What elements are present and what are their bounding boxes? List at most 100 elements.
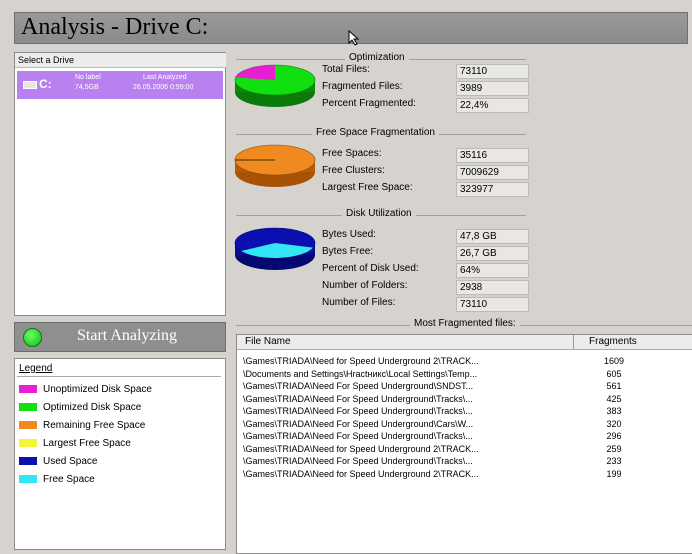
fragments-cell: 233 (606, 456, 622, 466)
fragments-cell: 425 (606, 393, 622, 404)
legend-item: Unoptimized Disk Space (19, 383, 152, 397)
table-header: File Name Fragments (237, 335, 692, 350)
percent-fragmented-label: Percent Fragmented: (322, 98, 416, 109)
table-row[interactable]: \Games\TRIADA\Need For Speed Underground… (237, 418, 692, 430)
table-row[interactable]: \Games\TRIADA\Need For Speed Underground… (237, 393, 692, 405)
legend-label: Unoptimized Disk Space (43, 384, 152, 395)
unoptimized-slice (235, 65, 275, 80)
largest-free-space-label: Largest Free Space: (322, 182, 413, 193)
legend-item: Used Space (19, 455, 97, 469)
table-row[interactable]: \Games\TRIADA\Need For Speed Underground… (237, 430, 692, 442)
fragments-cell: 320 (606, 418, 622, 429)
file-name-cell: \Games\TRIADA\Need For Speed Underground… (243, 418, 474, 429)
optimization-pie-chart (234, 64, 316, 107)
free-spaces-value: 35116 (456, 148, 529, 163)
disk-utilization-pie-chart (234, 227, 316, 270)
legend-swatch (19, 439, 37, 448)
drive-list-header: Select a Drive (15, 53, 226, 68)
table-row[interactable]: \Documents and Settings\Hractникс\Local … (237, 368, 692, 380)
legend-item: Free Space (19, 473, 95, 487)
legend-item: Remaining Free Space (19, 419, 145, 433)
free-clusters-value: 7009629 (456, 165, 529, 180)
fragments-cell: 383 (606, 406, 622, 416)
legend-item: Largest Free Space (19, 437, 131, 451)
column-divider[interactable] (573, 335, 574, 349)
column-header-file-name[interactable]: File Name (245, 336, 291, 347)
legend-swatch (19, 457, 37, 466)
mouse-cursor-icon (348, 30, 360, 46)
table-row[interactable]: \Games\TRIADA\Need For Speed Underground… (237, 405, 692, 417)
fragmented-files-value: 3989 (456, 81, 529, 96)
percent-used-value: 64% (456, 263, 529, 278)
file-name-cell: \Games\TRIADA\Need For Speed Underground… (243, 431, 473, 441)
file-name-cell: \Games\TRIADA\Need for Speed Underground… (243, 443, 479, 454)
file-name-cell: \Games\TRIADA\Need For Speed Underground… (243, 381, 474, 391)
number-of-files-value: 73110 (456, 297, 529, 312)
legend-label: Largest Free Space (43, 438, 131, 449)
free-space-title: Free Space Fragmentation (312, 127, 439, 138)
fragmented-files-label: Fragmented Files: (322, 81, 403, 92)
legend-label: Free Space (43, 474, 95, 485)
percent-used-label: Percent of Disk Used: (322, 263, 419, 274)
number-of-files-label: Number of Files: (322, 297, 396, 308)
status-light-icon (23, 328, 42, 347)
last-analyzed-label: Last Analyzed (143, 74, 187, 81)
legend-panel: Legend Unoptimized Disk Space Optimized D… (14, 358, 226, 550)
legend-title: Legend (19, 363, 53, 374)
fragments-cell: 605 (606, 368, 622, 379)
total-files-label: Total Files: (322, 64, 370, 75)
number-of-folders-value: 2938 (456, 280, 529, 295)
file-name-cell: \Games\TRIADA\Need for Speed Underground… (243, 356, 479, 366)
legend-label: Remaining Free Space (43, 420, 146, 431)
legend-label: Optimized Disk Space (43, 402, 142, 413)
bytes-free-value: 26,7 GB (456, 246, 529, 261)
last-analyzed-date: 26.05.2006 0:59:00 (133, 84, 194, 91)
table-row[interactable]: \Games\TRIADA\Need for Speed Underground… (237, 443, 692, 455)
drive-size: 74,5GB (75, 84, 99, 91)
fragments-cell: 199 (606, 468, 622, 479)
file-name-cell: \Games\TRIADA\Need For Speed Underground… (243, 406, 473, 416)
file-name-cell: \Games\TRIADA\Need For Speed Underground… (243, 393, 473, 404)
drive-label: No label (75, 74, 101, 81)
total-files-value: 73110 (456, 64, 529, 79)
window-title: Analysis - Drive C: (21, 14, 209, 40)
file-name-cell: \Games\TRIADA\Need For Speed Underground… (243, 456, 473, 466)
file-name-cell: \Games\TRIADA\Need for Speed Underground… (243, 468, 479, 479)
hard-drive-icon (23, 81, 37, 89)
drive-item-c[interactable]: C: No label 74,5GB Last Analyzed 26.05.2… (17, 71, 223, 99)
legend-label: Used Space (43, 456, 98, 467)
drive-list[interactable]: Select a Drive C: No label 74,5GB Last A… (14, 52, 226, 316)
column-header-fragments[interactable]: Fragments (589, 336, 637, 347)
fragments-cell: 561 (606, 381, 622, 391)
fragments-cell: 259 (606, 443, 622, 454)
start-analyzing-label: Start Analyzing (77, 327, 177, 344)
table-row[interactable]: \Games\TRIADA\Need for Speed Underground… (237, 355, 692, 367)
legend-swatch (19, 475, 37, 484)
disk-utilization-title: Disk Utilization (342, 208, 416, 219)
legend-swatch (19, 385, 37, 394)
optimization-title: Optimization (345, 52, 409, 63)
most-fragmented-title: Most Fragmented files: (410, 318, 520, 329)
table-row[interactable]: \Games\TRIADA\Need For Speed Underground… (237, 380, 692, 392)
legend-item: Optimized Disk Space (19, 401, 141, 415)
percent-fragmented-value: 22,4% (456, 98, 529, 113)
bytes-free-label: Bytes Free: (322, 246, 374, 257)
number-of-folders-label: Number of Folders: (322, 280, 408, 291)
table-row[interactable]: \Games\TRIADA\Need For Speed Underground… (237, 455, 692, 467)
legend-swatch (19, 403, 37, 412)
free-space-pie-chart (234, 144, 316, 187)
start-analyzing-button[interactable]: Start Analyzing (14, 322, 226, 352)
legend-swatch (19, 421, 37, 430)
free-clusters-label: Free Clusters: (322, 165, 385, 176)
drive-letter: C: (39, 77, 52, 91)
free-spaces-label: Free Spaces: (322, 148, 382, 159)
bytes-used-value: 47,8 GB (456, 229, 529, 244)
largest-free-space-value: 323977 (456, 182, 529, 197)
fragments-cell: 1609 (603, 356, 625, 366)
table-row[interactable]: \Games\TRIADA\Need for Speed Underground… (237, 468, 692, 480)
bytes-used-label: Bytes Used: (322, 229, 376, 240)
legend-divider (17, 376, 221, 377)
fragments-cell: 296 (606, 431, 622, 441)
file-name-cell: \Documents and Settings\Hractникс\Local … (243, 368, 478, 379)
fragmented-files-table[interactable]: File Name Fragments \Games\TRIADA\Need f… (236, 334, 692, 554)
